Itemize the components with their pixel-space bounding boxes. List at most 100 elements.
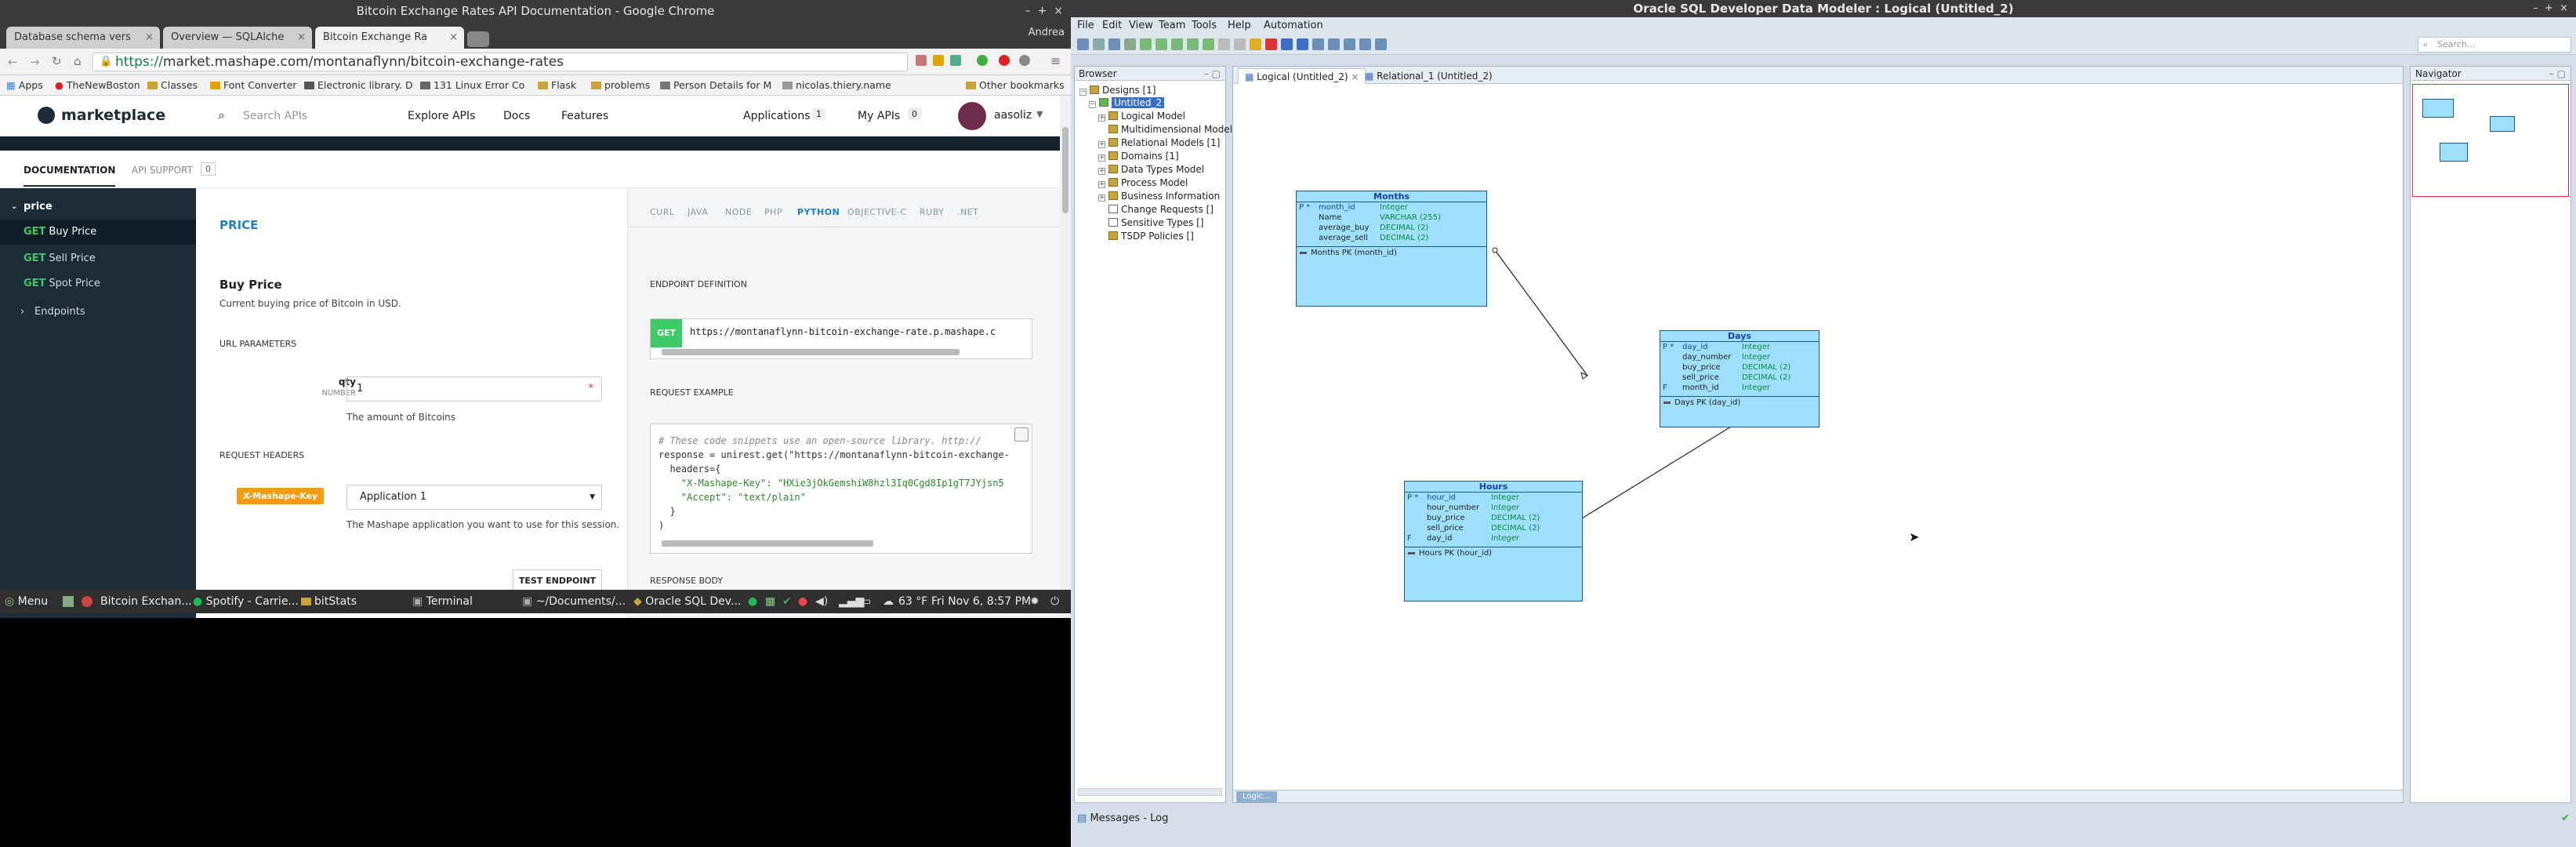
reload-icon[interactable]: ↻ (52, 54, 62, 68)
avatar[interactable] (958, 102, 986, 130)
tree-domains[interactable]: + Domains [1] (1098, 150, 1179, 162)
bookmark[interactable]: ● TheNewBoston (55, 78, 140, 93)
zoom-out-icon[interactable] (1328, 38, 1340, 50)
nav-applications[interactable]: Applications (743, 110, 811, 122)
tray-update-icon[interactable]: ✔ (782, 594, 792, 609)
entity-hours[interactable]: Hours P * hour_id Integer hour_number Integ… (1404, 481, 1583, 602)
taskbar-item-bitcoin[interactable]: Bitcoin Exchan... (100, 594, 192, 609)
home-icon[interactable]: ⌂ (74, 54, 82, 68)
close-icon[interactable]: × (449, 27, 458, 49)
endpoint-definition-box[interactable]: GET https://montanaflynn-bitcoin-exchang… (650, 318, 1032, 359)
tree-process-model[interactable]: + Process Model (1098, 176, 1188, 189)
relation-icon[interactable] (1187, 38, 1199, 50)
bookmark-folder[interactable]: Flask (538, 78, 576, 93)
navigator-viewport[interactable] (2412, 84, 2569, 197)
delete-icon[interactable] (1265, 38, 1277, 50)
lang-ruby[interactable]: RUBY (920, 207, 944, 217)
layout-icon[interactable] (1359, 38, 1371, 50)
disabled-icon[interactable] (1218, 38, 1230, 50)
extension-icon[interactable] (977, 55, 988, 66)
username[interactable]: aasoliz (994, 109, 1032, 122)
panel-controls-icon[interactable]: – ▢ (1204, 67, 1221, 81)
entity-days[interactable]: Days P * day_id Integer day_number Integer … (1660, 330, 1820, 427)
bookmark-apps[interactable]: ▦ Apps (6, 78, 43, 93)
attribute-row[interactable]: Fday_id Integer (1405, 533, 1582, 543)
tree-logical-model[interactable]: + Logical Model (1098, 110, 1185, 122)
tree-relational-models[interactable]: + Relational Models [1] (1098, 136, 1220, 149)
bookmark-folder[interactable]: Other bookmarks (966, 78, 1065, 93)
pointer-icon[interactable] (1077, 38, 1089, 50)
lang-dotnet[interactable]: .NET (957, 207, 978, 217)
sidebar-item-buy-price[interactable]: GET Buy Price (0, 220, 196, 245)
lang-python[interactable]: PYTHON (797, 207, 840, 217)
page-scrollbar[interactable] (1060, 96, 1071, 618)
menu-edit[interactable]: Edit (1102, 20, 1122, 31)
menu-automation[interactable]: Automation (1264, 20, 1323, 31)
relation-months-days[interactable] (1494, 249, 1588, 376)
logo-text[interactable]: marketplace (61, 107, 165, 124)
files-icon[interactable] (63, 596, 74, 607)
lang-objective-c[interactable]: OBJECTIVE-C (847, 207, 907, 217)
menu-view[interactable]: View (1129, 20, 1153, 31)
tab-documentation[interactable]: DOCUMENTATION (24, 165, 116, 187)
relation-icon[interactable] (1203, 38, 1214, 50)
mashape-logo-icon[interactable] (38, 107, 55, 124)
tray-spotify-icon[interactable]: ● (748, 594, 757, 609)
tree-business-information[interactable]: + Business Information (1098, 190, 1220, 202)
extension-icon[interactable] (950, 55, 961, 66)
new-tab-button[interactable] (467, 31, 489, 47)
nav-my-apis[interactable]: My APIs (858, 110, 900, 122)
taskbar-item-oracle[interactable]: ◆ Oracle SQL Dev... (633, 594, 741, 609)
bookmark[interactable]: nicolas.thiery.name (782, 78, 891, 93)
primary-key[interactable]: Hours PK (hour_id) (1405, 547, 1582, 559)
lang-node[interactable]: NODE (725, 207, 752, 217)
attribute-row[interactable]: buy_price DECIMAL (2) (1405, 513, 1582, 523)
settings-icon[interactable]: ✹ (1030, 594, 1039, 609)
relation-days-hours[interactable] (1563, 424, 1736, 530)
nav-features[interactable]: Features (561, 110, 608, 122)
menu-file[interactable]: File (1077, 20, 1094, 31)
attribute-row[interactable]: day_number Integer (1660, 352, 1819, 362)
extension-icon[interactable] (933, 55, 944, 66)
engineer-icon[interactable] (1281, 38, 1293, 50)
chrome-icon[interactable] (82, 596, 93, 607)
window-controls[interactable]: – + × (2533, 0, 2568, 17)
bookmark-folder[interactable]: Classes (147, 78, 198, 93)
bookmark[interactable]: Electronic library. D (304, 78, 413, 93)
tab-logical-bottom[interactable]: Logic... (1236, 791, 1277, 802)
attribute-row[interactable]: P * month_id Integer (1297, 202, 1486, 213)
attribute-row[interactable]: sell_price DECIMAL (2) (1405, 523, 1582, 533)
lang-php[interactable]: PHP (764, 207, 782, 217)
tab-api-support[interactable]: API SUPPORT (132, 165, 193, 176)
search-input[interactable]: Search APIs (243, 110, 307, 122)
close-icon[interactable]: × (1351, 71, 1359, 82)
bookmark-folder[interactable]: problems (591, 78, 650, 93)
window-controls[interactable]: – + × (1025, 0, 1063, 22)
application-select[interactable]: Application 1 ▼ (346, 485, 602, 510)
sidebar-endpoints[interactable]: › Endpoints (0, 300, 196, 325)
attribute-row[interactable]: P * hour_id Integer (1405, 493, 1582, 503)
start-menu[interactable]: ◎ Menu (5, 594, 48, 609)
primary-key[interactable]: Days PK (day_id) (1660, 397, 1819, 409)
menu-icon[interactable]: ≡ (1050, 53, 1061, 68)
sidebar-item-spot-price[interactable]: GET Spot Price (0, 271, 196, 296)
chevron-down-icon[interactable]: ▼ (1036, 109, 1043, 119)
attribute-row[interactable]: average_sell DECIMAL (2) (1297, 233, 1486, 243)
taskbar-item-spotify[interactable]: ● Spotify - Carrie... (193, 594, 299, 609)
tray-network-icon[interactable]: ▦ (765, 594, 775, 609)
menu-team[interactable]: Team (1159, 20, 1185, 31)
attribute-row[interactable]: sell_price DECIMAL (2) (1660, 373, 1819, 383)
attribute-row[interactable]: hour_number Integer (1405, 503, 1582, 513)
qty-input[interactable]: 1 * (346, 376, 602, 402)
sidebar-group-price[interactable]: ⌄ price (0, 194, 196, 220)
disabled-icon[interactable] (1234, 38, 1246, 50)
tab-sqlalchemy[interactable]: Overview — SQLAlche × (163, 27, 312, 49)
nav-explore[interactable]: Explore APIs (408, 110, 475, 122)
lang-curl[interactable]: CURL (650, 207, 675, 217)
clock[interactable]: Fri Nov 6, 8:57 PM (931, 594, 1031, 609)
primary-key[interactable]: Months PK (month_id) (1297, 247, 1486, 259)
relation-icon[interactable] (1156, 38, 1167, 50)
entity-months[interactable]: Months P * month_id Integer Name VARCHAR (2… (1296, 191, 1487, 307)
battery-icon[interactable]: ▭ (861, 594, 871, 609)
search-input[interactable]: ⌕ Search... (2418, 37, 2571, 53)
